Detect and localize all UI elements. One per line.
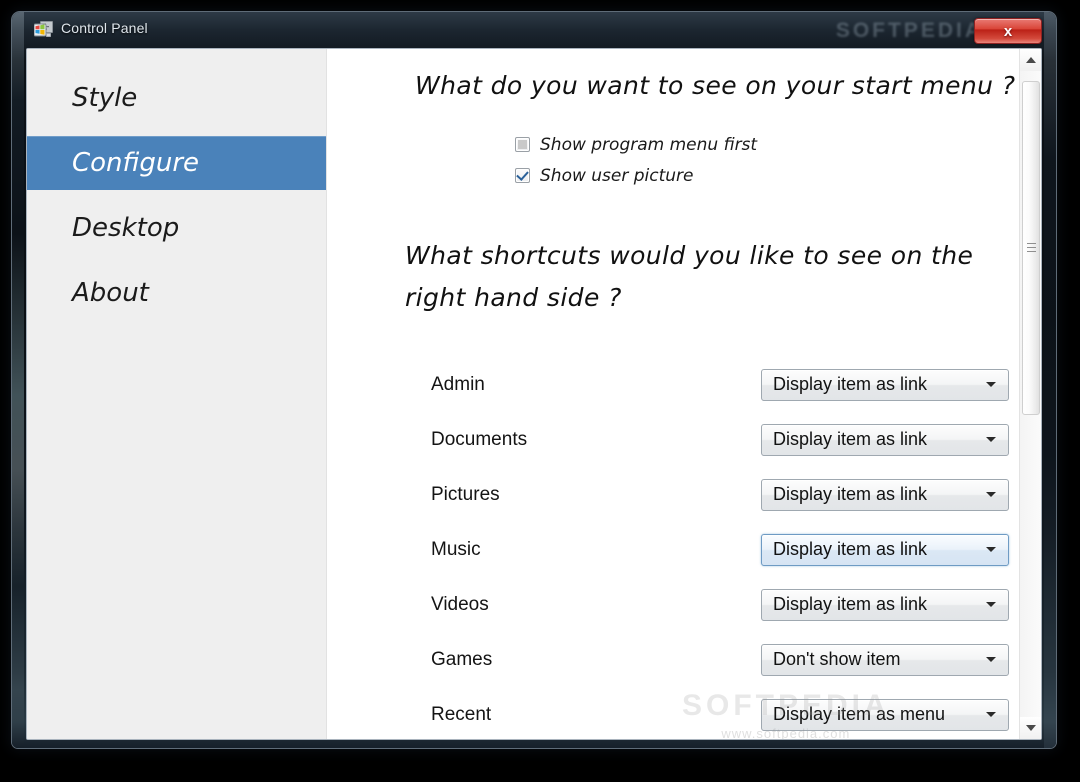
shortcut-row-pictures: Pictures Display item as link — [431, 467, 1041, 522]
sidebar-item-configure[interactable]: Configure — [27, 136, 326, 190]
window-frame-left-edge — [12, 12, 24, 748]
dropdown-value: Display item as link — [762, 429, 927, 450]
chevron-down-icon — [986, 492, 996, 497]
shortcut-dropdown-documents[interactable]: Display item as link — [761, 424, 1009, 456]
chevron-down-icon — [986, 437, 996, 442]
content-inner: What do you want to see on your start me… — [327, 49, 1041, 739]
title-bar[interactable]: Control Panel SOFTPEDIA x — [12, 12, 1056, 46]
sidebar-spacer — [27, 255, 326, 266]
checkbox-label: Show program menu first — [540, 135, 757, 155]
sidebar-item-desktop[interactable]: Desktop — [27, 201, 326, 255]
content-pane: What do you want to see on your start me… — [327, 49, 1041, 739]
shortcut-dropdown-games[interactable]: Don't show item — [761, 644, 1009, 676]
titlebar-watermark: SOFTPEDIA — [836, 19, 983, 43]
close-icon: x — [1004, 24, 1012, 39]
sidebar-spacer — [27, 125, 326, 136]
chevron-down-icon — [986, 602, 996, 607]
shortcut-label: Games — [431, 649, 761, 671]
window-frame-right-edge — [1044, 12, 1056, 748]
chevron-down-icon — [986, 547, 996, 552]
chevron-down-icon — [986, 712, 996, 717]
start-menu-question-heading: What do you want to see on your start me… — [415, 65, 1041, 107]
sidebar-item-label: Style — [72, 83, 137, 113]
shortcut-label: Recent — [431, 704, 761, 726]
shortcuts-question-heading: What shortcuts would you like to see on … — [405, 235, 995, 319]
start-menu-options-group: Show program menu first Show user pictur… — [515, 129, 1041, 191]
shortcut-label: Admin — [431, 374, 761, 396]
dropdown-value: Display item as link — [762, 374, 927, 395]
triangle-up-icon — [1026, 57, 1036, 63]
shortcut-label: Videos — [431, 594, 761, 616]
scrollbar-grip-icon — [1027, 243, 1036, 253]
shortcut-dropdown-pictures[interactable]: Display item as link — [761, 479, 1009, 511]
shortcut-dropdown-admin[interactable]: Display item as link — [761, 369, 1009, 401]
sidebar-spacer — [27, 190, 326, 201]
shortcuts-list: Admin Display item as link Documents Dis… — [431, 357, 1041, 739]
dropdown-value: Display item as link — [762, 594, 927, 615]
sidebar-item-about[interactable]: About — [27, 266, 326, 320]
dropdown-value: Display item as link — [762, 484, 927, 505]
close-button[interactable]: x — [974, 18, 1042, 44]
shortcut-dropdown-music[interactable]: Display item as link — [761, 534, 1009, 566]
control-panel-icon — [34, 21, 53, 38]
sidebar-item-label: Desktop — [72, 213, 179, 243]
dropdown-value: Display item as link — [762, 539, 927, 560]
sidebar-item-label: Configure — [72, 148, 199, 178]
shortcut-dropdown-videos[interactable]: Display item as link — [761, 589, 1009, 621]
shortcut-dropdown-recent[interactable]: Display item as menu — [761, 699, 1009, 731]
sidebar-item-style[interactable]: Style — [27, 71, 326, 125]
checkbox-label: Show user picture — [540, 166, 694, 186]
checkbox-row-show-program-menu-first[interactable]: Show program menu first — [515, 129, 1041, 160]
sidebar-navigation: Style Configure Desktop About — [27, 49, 327, 739]
scrollbar-thumb[interactable] — [1022, 81, 1040, 415]
shortcut-label: Pictures — [431, 484, 761, 506]
shortcut-label: Music — [431, 539, 761, 561]
checkbox-show-user-picture[interactable] — [515, 168, 530, 183]
dropdown-value: Don't show item — [762, 649, 901, 670]
shortcut-row-admin: Admin Display item as link — [431, 357, 1041, 412]
scroll-down-button[interactable] — [1020, 717, 1041, 739]
chevron-down-icon — [986, 382, 996, 387]
shortcut-row-recent: Recent Display item as menu — [431, 687, 1041, 739]
sidebar-item-label: About — [72, 278, 149, 308]
application-window: Control Panel SOFTPEDIA x Style Configur… — [12, 12, 1056, 748]
client-area: Style Configure Desktop About What do yo… — [26, 48, 1042, 740]
chevron-down-icon — [986, 657, 996, 662]
shortcut-row-documents: Documents Display item as link — [431, 412, 1041, 467]
triangle-down-icon — [1026, 725, 1036, 731]
checkbox-show-program-menu-first[interactable] — [515, 137, 530, 152]
shortcut-row-music: Music Display item as link — [431, 522, 1041, 577]
shortcut-label: Documents — [431, 429, 761, 451]
shortcut-row-games: Games Don't show item — [431, 632, 1041, 687]
scroll-up-button[interactable] — [1020, 49, 1041, 71]
vertical-scrollbar[interactable] — [1019, 49, 1041, 739]
window-title: Control Panel — [61, 20, 148, 36]
checkbox-row-show-user-picture[interactable]: Show user picture — [515, 160, 1041, 191]
shortcut-row-videos: Videos Display item as link — [431, 577, 1041, 632]
dropdown-value: Display item as menu — [762, 704, 945, 725]
